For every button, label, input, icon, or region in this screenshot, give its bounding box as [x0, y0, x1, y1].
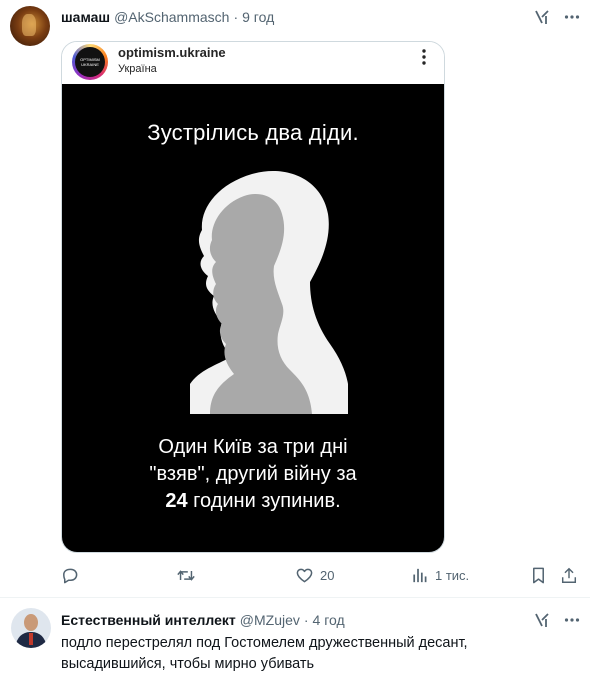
separator-dot: · — [233, 9, 239, 25]
views-count: 1 тис. — [435, 568, 470, 583]
like-count: 20 — [320, 568, 335, 583]
tweet-text-2-line-2: высадившийся, чтобы мирно убивать — [61, 656, 315, 672]
embed-location[interactable]: Україна — [118, 63, 157, 75]
tweet-time[interactable]: 9 год — [242, 9, 274, 25]
poster-top-text: Зустрілись два діди. — [147, 120, 359, 145]
more-icon[interactable] — [563, 8, 581, 31]
embed-more-icon[interactable] — [416, 48, 432, 69]
tweet-header: шамаш @AkSchammasch · 9 год — [61, 9, 274, 25]
tweet-header-2: Естественный интеллект @MZujev · 4 год — [61, 612, 345, 628]
embed-handle[interactable]: optimism.ukraine — [118, 45, 226, 60]
bookmark-button[interactable] — [530, 566, 547, 585]
grok-icon-2[interactable] — [533, 611, 551, 634]
author-handle[interactable]: @AkSchammasch — [114, 9, 229, 25]
poster-bottom-line-1: Один Київ за три дні — [158, 436, 348, 458]
share-button[interactable] — [560, 566, 578, 585]
reply-icon — [63, 568, 78, 584]
two-profiles-silhouette — [190, 171, 348, 414]
retweet-button[interactable] — [176, 566, 196, 585]
poster-bottom-line-3: 24 години зупинив. — [62, 488, 444, 515]
author-name-2[interactable]: Естественный интеллект — [61, 612, 236, 628]
bookmark-icon — [533, 567, 544, 584]
poster-bottom-line-3-rest: години зупинив. — [187, 490, 341, 512]
poster-bottom-text: Один Київ за три дні "взяв", другий війн… — [62, 434, 444, 515]
like-icon — [296, 568, 313, 583]
views-icon — [413, 568, 427, 583]
tweet-text-2: подло перестрелял под Гостомелем дружест… — [61, 633, 561, 675]
grok-icon[interactable] — [533, 8, 551, 31]
author-avatar-2[interactable] — [11, 608, 51, 648]
share-icon — [561, 567, 577, 583]
embedded-post-card[interactable]: OPTIMISM UKRAINE optimism.ukraine Україн… — [61, 41, 445, 553]
poster-bottom-line-2: "взяв", другий війну за — [149, 463, 357, 485]
embed-header: OPTIMISM UKRAINE optimism.ukraine Україн… — [62, 42, 444, 84]
like-button[interactable]: 20 — [295, 566, 334, 585]
tweet-divider — [0, 597, 590, 598]
tweet-time-2[interactable]: 4 год — [313, 612, 345, 628]
author-handle-2[interactable]: @MZujev — [240, 612, 300, 628]
more-icon-2[interactable] — [563, 611, 581, 634]
separator-dot-2: · — [303, 612, 309, 628]
embed-avatar[interactable]: OPTIMISM UKRAINE — [72, 44, 108, 80]
reply-button[interactable] — [60, 566, 79, 585]
author-avatar[interactable] — [10, 6, 50, 46]
poster-image[interactable]: Зустрілись два діди. Один Київ за три дн… — [62, 84, 444, 552]
tweet-text-2-line-1: подло перестрелял под Гостомелем дружест… — [61, 635, 468, 651]
views-button[interactable]: 1 тис. — [411, 566, 469, 585]
author-name[interactable]: шамаш — [61, 9, 110, 25]
retweet-icon — [177, 570, 195, 581]
embed-avatar-text-2: UKRAINE — [81, 62, 99, 67]
poster-bottom-number: 24 — [165, 490, 188, 512]
